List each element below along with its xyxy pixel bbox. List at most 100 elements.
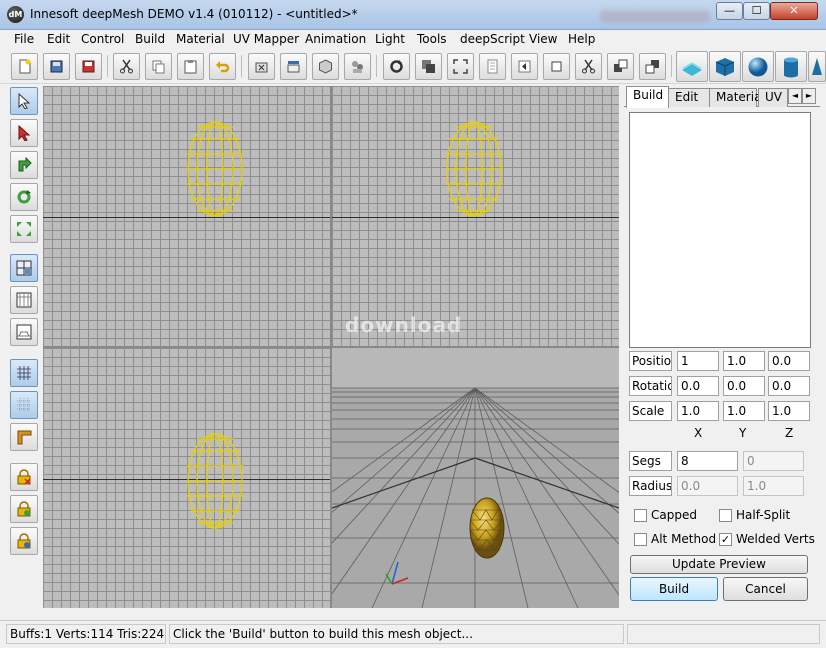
- capped-checkbox-box[interactable]: [634, 509, 647, 522]
- alt-method-checkbox-label: Alt Method: [651, 532, 717, 546]
- quad-view-button[interactable]: [10, 254, 38, 282]
- page-icon: [487, 59, 498, 74]
- sphere-button[interactable]: [742, 51, 774, 82]
- status-extra: [627, 624, 820, 644]
- split-button[interactable]: [639, 53, 666, 80]
- tab-edit[interactable]: Edit: [668, 88, 710, 107]
- tab-scroll-right[interactable]: ►: [802, 88, 816, 104]
- build-button[interactable]: Build: [630, 577, 718, 601]
- fit-view-button[interactable]: [447, 53, 474, 80]
- tab-uv[interactable]: UV: [758, 88, 788, 107]
- segs-field[interactable]: 8: [677, 451, 738, 471]
- select-arrow-icon: [18, 93, 31, 109]
- paste-button[interactable]: [177, 53, 204, 80]
- merge-button[interactable]: [607, 53, 634, 80]
- axis-label-y: Y: [739, 426, 747, 440]
- import-button[interactable]: [511, 53, 538, 80]
- page-button[interactable]: [479, 53, 506, 80]
- refresh-button[interactable]: [383, 53, 410, 80]
- menu-light[interactable]: Light: [375, 32, 405, 46]
- status-message: Click the 'Build' button to build this m…: [169, 624, 624, 644]
- delete-buffer-button[interactable]: [248, 53, 275, 80]
- close-button[interactable]: ✕: [770, 2, 818, 20]
- perspective-view-button[interactable]: [10, 318, 38, 346]
- half-split-checkbox-label: Half-Split: [736, 508, 791, 522]
- stack-button[interactable]: [415, 53, 442, 80]
- maximize-button[interactable]: ☐: [743, 2, 770, 20]
- grid-toggle[interactable]: [10, 359, 38, 387]
- box-outline-button[interactable]: [543, 53, 570, 80]
- rotation-label: Rotation: [629, 376, 672, 396]
- select-tool[interactable]: [10, 87, 38, 115]
- half-split-checkbox-box[interactable]: [719, 509, 732, 522]
- merge-icon: [614, 59, 628, 72]
- lock-add-button[interactable]: [10, 495, 38, 523]
- capped-checkbox-label: Capped: [651, 508, 697, 522]
- cancel-button[interactable]: Cancel: [723, 577, 808, 601]
- scale-label: Scale: [629, 401, 672, 421]
- wave-plane-button[interactable]: [676, 51, 708, 82]
- menu-deepscript[interactable]: deepScript: [460, 32, 525, 46]
- copy-button[interactable]: [145, 53, 172, 80]
- checkmark-icon[interactable]: ✓: [719, 533, 732, 546]
- mesh-box-button[interactable]: [312, 53, 339, 80]
- menu-build[interactable]: Build: [135, 32, 165, 46]
- select-buffer-button[interactable]: [280, 53, 307, 80]
- scale-tool[interactable]: [10, 215, 38, 243]
- segs-label: Segs: [629, 451, 672, 471]
- dot-grid-toggle[interactable]: [10, 391, 38, 419]
- lock-edit-icon: [17, 533, 31, 549]
- menu-animation[interactable]: Animation: [305, 32, 366, 46]
- menu-material[interactable]: Material: [176, 32, 225, 46]
- corner-tool[interactable]: [10, 423, 38, 451]
- cut-icon: [120, 59, 133, 74]
- cube-button[interactable]: [709, 51, 741, 82]
- menu-edit[interactable]: Edit: [47, 32, 70, 46]
- menu-file[interactable]: File: [14, 32, 34, 46]
- egg-wireframe: [446, 121, 502, 217]
- menu-uv-mapper[interactable]: UV Mapper: [233, 32, 299, 46]
- viewport-side[interactable]: [332, 86, 619, 346]
- open-button[interactable]: [43, 53, 70, 80]
- position-x-field[interactable]: 1: [677, 351, 719, 371]
- welded-verts-checkbox-label: Welded Verts: [736, 532, 815, 546]
- menu-help[interactable]: Help: [568, 32, 595, 46]
- viewport-perspective[interactable]: [332, 348, 619, 608]
- undo-button[interactable]: [209, 53, 236, 80]
- rotation-y-field[interactable]: 0.0: [723, 376, 765, 396]
- tab-build[interactable]: Build: [626, 86, 669, 108]
- menu-tools[interactable]: Tools: [417, 32, 447, 46]
- lock-edit-button[interactable]: [10, 527, 38, 555]
- scale-y-field[interactable]: 1.0: [723, 401, 765, 421]
- scissors-button[interactable]: [575, 53, 602, 80]
- menu-control[interactable]: Control: [81, 32, 124, 46]
- rotation-z-field[interactable]: 0.0: [768, 376, 810, 396]
- tab-material[interactable]: Material: [709, 88, 765, 107]
- tab-scroll-left[interactable]: ◄: [788, 88, 802, 104]
- cylinder-button[interactable]: [775, 51, 807, 82]
- mesh-type-list[interactable]: [629, 112, 811, 348]
- cut-button[interactable]: [113, 53, 140, 80]
- front-view-button[interactable]: [10, 286, 38, 314]
- rotate-tool[interactable]: [10, 183, 38, 211]
- update-preview-button[interactable]: Update Preview: [630, 555, 808, 574]
- viewport-front[interactable]: [43, 348, 330, 608]
- more-tools-button[interactable]: [808, 51, 826, 82]
- group-button[interactable]: [344, 53, 371, 80]
- position-z-field[interactable]: 0.0: [768, 351, 810, 371]
- scale-x-field[interactable]: 1.0: [677, 401, 719, 421]
- viewport-top[interactable]: [43, 86, 330, 346]
- delete-buffer-icon: [255, 62, 268, 73]
- scale-z-field[interactable]: 1.0: [768, 401, 810, 421]
- move-tool[interactable]: [10, 151, 38, 179]
- position-y-field[interactable]: 1.0: [723, 351, 765, 371]
- menu-view[interactable]: View: [529, 32, 557, 46]
- alt-method-checkbox-box[interactable]: [634, 533, 647, 546]
- quad-view-icon: [16, 260, 32, 276]
- pointer-tool[interactable]: [10, 119, 38, 147]
- minimize-button[interactable]: —: [716, 2, 743, 20]
- rotation-x-field[interactable]: 0.0: [677, 376, 719, 396]
- new-file-button[interactable]: [11, 53, 38, 80]
- save-button[interactable]: [75, 53, 102, 80]
- lock-delete-button[interactable]: [10, 463, 38, 491]
